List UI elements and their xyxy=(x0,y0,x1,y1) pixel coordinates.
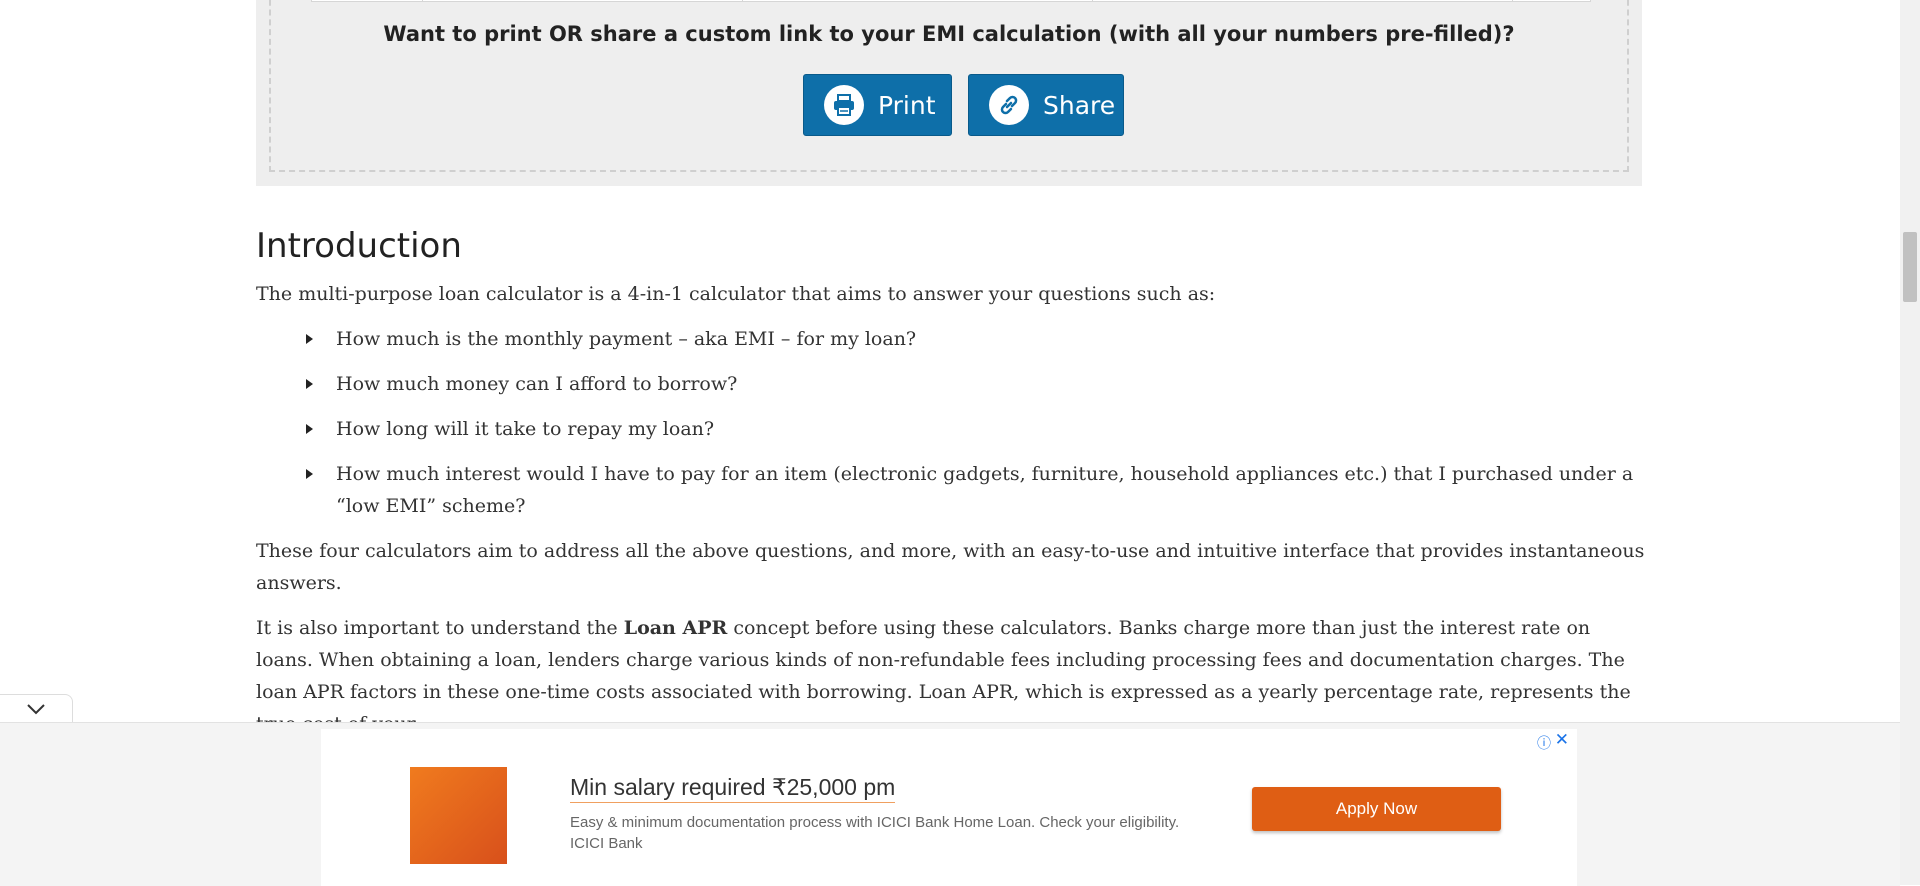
list-item: How much is the monthly payment – aka EM… xyxy=(306,323,1648,355)
introduction-heading: Introduction xyxy=(256,226,462,266)
ad-collapse-toggle[interactable] xyxy=(0,694,73,723)
print-button[interactable]: Print xyxy=(803,74,952,136)
ad-frame[interactable]: Min salary required ₹25,000 pm Easy & mi… xyxy=(321,729,1577,886)
share-button[interactable]: Share xyxy=(968,74,1124,136)
table-bottom-edge xyxy=(311,0,1591,2)
list-item: How long will it take to repay my loan? xyxy=(306,413,1648,445)
scrollbar-thumb[interactable] xyxy=(1903,232,1917,302)
loan-apr-term: Loan APR xyxy=(623,617,728,639)
ad-description: Easy & minimum documentation process wit… xyxy=(570,814,1180,852)
ad-close-icon[interactable]: ✕ xyxy=(1555,730,1569,750)
ad-info-icon[interactable]: ⓘ xyxy=(1537,733,1551,753)
share-question: Want to print OR share a custom link to … xyxy=(383,22,1515,46)
intro-paragraph-2: These four calculators aim to address al… xyxy=(256,540,1645,594)
print-share-inner: Want to print OR share a custom link to … xyxy=(269,0,1629,172)
intro-paragraph-3: It is also important to understand the L… xyxy=(256,612,1648,740)
icici-bank-logo[interactable] xyxy=(410,767,507,864)
question-list: How much is the monthly payment – aka EM… xyxy=(256,323,1648,522)
share-label: Share xyxy=(1043,90,1116,120)
anchor-ad-bar: Min salary required ₹25,000 pm Easy & mi… xyxy=(0,722,1900,886)
ad-headline[interactable]: Min salary required ₹25,000 pm xyxy=(570,774,896,803)
list-item: How much money can I afford to borrow? xyxy=(306,368,1648,400)
printer-icon xyxy=(824,85,864,125)
article-content: Introduction The multi-purpose loan calc… xyxy=(256,220,1648,753)
print-share-panel: Want to print OR share a custom link to … xyxy=(256,0,1642,186)
intro-lead: The multi-purpose loan calculator is a 4… xyxy=(256,283,1216,305)
para3-text: It is also important to understand the xyxy=(256,617,624,639)
apply-now-button[interactable]: Apply Now xyxy=(1252,787,1501,831)
print-label: Print xyxy=(878,90,936,120)
list-item: How much interest would I have to pay fo… xyxy=(306,458,1648,522)
page-scrollbar[interactable] xyxy=(1900,0,1920,885)
link-icon xyxy=(989,85,1029,125)
chevron-down-icon xyxy=(26,700,46,719)
